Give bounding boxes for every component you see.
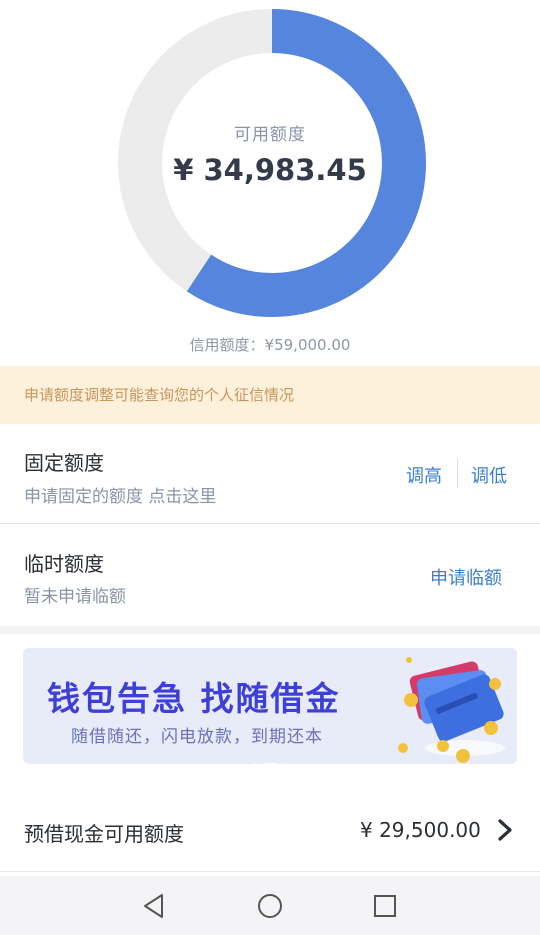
lower-limit-button[interactable]: 调低 xyxy=(471,462,507,488)
cash-advance-row[interactable]: 预借现金可用额度 ¥ 29,500.00 xyxy=(0,790,540,872)
credit-inquiry-notice: 申请额度调整可能查询您的个人征信情况 xyxy=(0,366,540,424)
banner-page-dot xyxy=(253,763,257,764)
temporary-limit-row[interactable]: 临时额度 暂未申请临额 申请临额 xyxy=(0,525,540,626)
action-divider xyxy=(457,458,458,488)
back-triangle-icon[interactable] xyxy=(140,892,168,920)
cash-advance-title: 预借现金可用额度 xyxy=(24,822,184,846)
donut-center: 可用额度 ¥ 34,983.45 xyxy=(0,120,540,187)
promo-banner[interactable]: 钱包告急 找随借金 随借随还，闪电放款，到期还本 xyxy=(23,648,517,764)
fixed-limit-row[interactable]: 固定额度 申请固定的额度 点击这里 调高 调低 xyxy=(0,424,540,524)
available-credit-label: 可用额度 xyxy=(234,125,306,145)
section-separator xyxy=(0,626,540,634)
home-circle-icon[interactable] xyxy=(256,892,284,920)
credit-overview: 可用额度 ¥ 34,983.45 信用额度：¥59,000.00 xyxy=(0,0,540,366)
fixed-limit-subtitle[interactable]: 申请固定的额度 点击这里 xyxy=(24,482,216,507)
raise-limit-button[interactable]: 调高 xyxy=(406,462,442,488)
cash-advance-amount: ¥ 29,500.00 xyxy=(360,818,481,842)
temporary-limit-title: 临时额度 xyxy=(24,552,104,576)
chevron-right-icon[interactable] xyxy=(493,816,517,844)
available-credit-value: ¥ 34,983.45 xyxy=(173,153,367,187)
banner-page-dot xyxy=(263,763,277,764)
wallet-cards-coins-illustration xyxy=(398,657,505,763)
banner-page-dot xyxy=(283,763,287,764)
apply-temporary-limit-button[interactable]: 申请临额 xyxy=(430,564,502,590)
banner-headline: 钱包告急 找随借金 xyxy=(47,679,341,718)
banner-tagline: 随借随还，闪电放款，到期还本 xyxy=(71,727,323,747)
notice-text: 申请额度调整可能查询您的个人征信情况 xyxy=(24,386,295,404)
recent-square-icon[interactable] xyxy=(371,892,399,920)
temporary-limit-subtitle: 暂未申请临额 xyxy=(24,587,126,607)
system-navigation-bar xyxy=(0,876,540,935)
total-credit-label: 信用额度：¥59,000.00 xyxy=(189,336,351,354)
fixed-limit-title: 固定额度 xyxy=(24,451,104,475)
banner-pagination xyxy=(23,752,517,764)
